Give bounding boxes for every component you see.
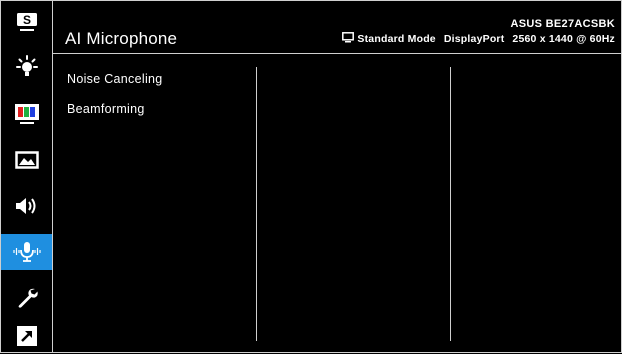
page-title: AI Microphone xyxy=(65,29,178,48)
sidebar-item-sound[interactable] xyxy=(1,188,52,224)
svg-text:S: S xyxy=(22,13,30,27)
color-bars-icon xyxy=(14,102,40,126)
sidebar-item-color[interactable] xyxy=(1,96,52,132)
input-label: DisplayPort xyxy=(443,33,505,45)
sidebar: S xyxy=(1,1,53,352)
sidebar-item-ai-microphone[interactable] xyxy=(1,234,52,270)
image-icon xyxy=(14,150,39,170)
sidebar-item-shortcut[interactable] xyxy=(1,318,52,354)
resolution-label: 2560 x 1440 @ 60Hz xyxy=(512,33,615,45)
menu-item-beamforming[interactable]: Beamforming xyxy=(67,102,145,116)
menu-item-noise-canceling[interactable]: Noise Canceling xyxy=(67,72,163,86)
brightness-icon xyxy=(14,55,40,81)
model-name: ASUS BE27ACSBK xyxy=(510,18,615,30)
monitor-icon xyxy=(342,32,355,46)
column-divider xyxy=(450,67,451,341)
sidebar-item-splendid[interactable]: S xyxy=(1,4,52,40)
header-divider xyxy=(53,53,621,54)
status-bar: Standard Mode DisplayPort 2560 x 1440 @ … xyxy=(342,32,615,46)
wrench-icon xyxy=(15,286,39,310)
splendid-s-icon: S xyxy=(15,11,39,33)
shortcut-arrow-icon xyxy=(16,325,38,347)
speaker-icon xyxy=(14,196,40,216)
osd-window: S AI Microphone ASUS BE27ACSBK Standard … xyxy=(0,0,622,353)
mode-label: Standard Mode xyxy=(357,33,436,45)
sidebar-item-image[interactable] xyxy=(1,142,52,178)
sidebar-item-system-setup[interactable] xyxy=(1,280,52,316)
sidebar-item-brightness[interactable] xyxy=(1,50,52,86)
ai-microphone-icon xyxy=(12,240,42,264)
column-divider xyxy=(256,67,257,341)
